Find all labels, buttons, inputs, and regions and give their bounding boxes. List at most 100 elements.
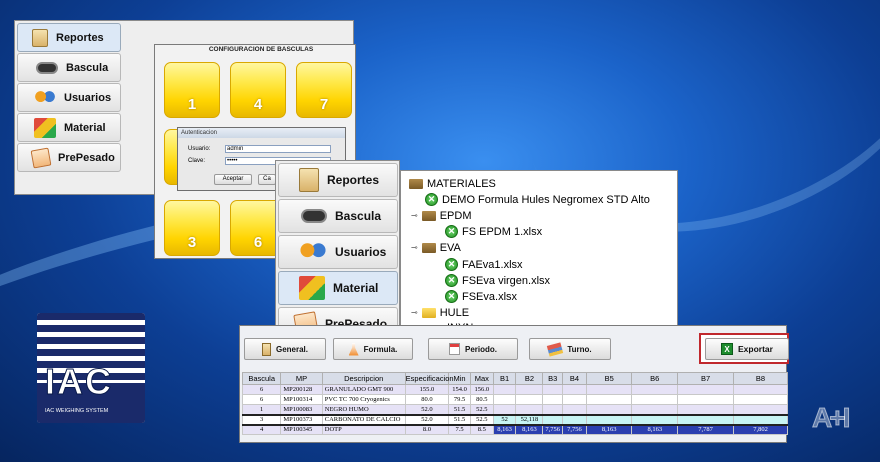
table-header-row: Bascula MP Descripcion Especificacion Min Max… (241, 372, 788, 385)
column-header[interactable]: B1 (492, 372, 517, 385)
tree-toggle-icon[interactable]: ⊸ (411, 308, 418, 317)
tree-node-label: MATERIALES (427, 177, 496, 190)
table-cell: 52,118 (515, 413, 544, 426)
exportar-button[interactable]: X Exportar (705, 338, 789, 360)
table-row[interactable]: 6 MP100314 PVC TC 700 Cryogenics 80.0 79.5 80… (241, 394, 788, 405)
table-cell: 8,163 (631, 424, 679, 435)
menu-item-usuarios[interactable]: Usuarios (17, 83, 121, 112)
menu-item-bascula[interactable]: Bascula (278, 199, 398, 233)
menu-item-label: PrePesado (58, 151, 115, 164)
desktop-background: { "menu":{"items":[{"label":"Reportes"},… (0, 0, 880, 462)
menu-item-bascula[interactable]: Bascula (17, 53, 121, 82)
scale-tile-3[interactable]: 3 (164, 200, 220, 256)
tree-toggle-icon[interactable]: ⊸ (411, 211, 418, 220)
scale-tile-1[interactable]: 1 (164, 62, 220, 118)
logo-brand: IAC (45, 361, 113, 403)
menu-item-label: Material (333, 281, 379, 295)
menu-item-material[interactable]: Material (17, 113, 121, 142)
tree-node-file[interactable]: ✕ FSEva.xlsx (445, 289, 517, 304)
material-icon (299, 276, 325, 300)
tree-node-root[interactable]: MATERIALES (409, 176, 496, 191)
table-row[interactable]: 6 MP200128 GRANULADO GMT 900 155.0 154.0 156.… (241, 384, 788, 395)
formula-button[interactable]: Formula. (333, 338, 413, 360)
column-header[interactable]: Especificacion (404, 372, 454, 385)
column-header[interactable]: B5 (585, 372, 633, 385)
user-field[interactable] (225, 145, 331, 153)
column-header[interactable]: B6 (631, 372, 679, 385)
menu-item-reportes[interactable]: Reportes (17, 23, 121, 52)
table-row[interactable]: 1 MP100083 NEGRO HUMO 52.0 51.5 52.5 (241, 404, 788, 415)
column-header[interactable]: B4 (562, 372, 587, 385)
materials-tree: MATERIALES ✕ DEMO Formula Hules Negromex … (400, 170, 678, 332)
column-header[interactable]: B3 (542, 372, 564, 385)
turno-button-label: Turno. (567, 344, 592, 354)
table-cell: 7,756 (562, 424, 587, 435)
table-cell: 6 (241, 384, 282, 395)
general-button[interactable]: General. (244, 338, 326, 360)
table-cell (515, 394, 544, 405)
watermark: A+I (811, 402, 850, 434)
turno-button[interactable]: Turno. (529, 338, 611, 360)
table-cell (677, 413, 734, 426)
excel-file-icon: ✕ (445, 225, 458, 238)
tree-node-label: FS EPDM 1.xlsx (462, 225, 543, 238)
table-cell: 8.5 (469, 424, 494, 435)
table-cell (562, 413, 587, 426)
cancel-button[interactable]: Ca (258, 174, 276, 185)
table-cell: 51.5 (448, 413, 471, 426)
table-row[interactable]: 3 MP100373 CARBONATO DE CALCIO 52.0 51.5 52.5… (241, 413, 788, 426)
menu-item-usuarios[interactable]: Usuarios (278, 235, 398, 269)
table-cell (492, 394, 517, 405)
calendar-icon (448, 343, 460, 355)
table-cell (733, 384, 788, 395)
menu-item-prepesado[interactable]: PrePesado (17, 143, 121, 172)
formula-button-label: Formula. (363, 344, 398, 354)
password-label: Clave: (188, 158, 206, 164)
tree-node-label: HULE (439, 306, 470, 319)
scale-icon (36, 61, 58, 74)
tree-node-file[interactable]: ✕ DEMO Formula Hules Negromex STD Alto (425, 192, 650, 207)
column-header[interactable]: B2 (515, 372, 544, 385)
menu-item-material[interactable]: Material (278, 271, 398, 305)
table-cell: 8,163 (515, 424, 544, 435)
tree-node-file[interactable]: ✕ FSEva virgen.xlsx (445, 273, 550, 288)
table-cell (515, 404, 544, 415)
column-header[interactable]: Descripcion (321, 372, 406, 385)
table-cell: 1 (241, 404, 282, 415)
prepesado-icon (30, 147, 52, 168)
auth-dialog-title: Autenticacion (178, 128, 345, 138)
scale-tile-7[interactable]: 7 (296, 62, 352, 118)
scale-tile-4[interactable]: 4 (230, 62, 286, 118)
table-cell (542, 394, 564, 405)
tree-toggle-icon[interactable]: ⊸ (411, 243, 418, 252)
table-cell (542, 404, 564, 415)
table-cell: MP100373 (280, 413, 323, 426)
menu-item-reportes[interactable]: Reportes (278, 163, 398, 197)
table-cell (585, 413, 633, 426)
column-header[interactable]: Bascula (241, 372, 282, 385)
table-cell: 80.5 (469, 394, 494, 405)
table-row[interactable]: 4 MP100345 DOTP 8.0 7.5 8.5 8,163 8,163 7,756 7,7… (241, 424, 788, 435)
clipboard-icon (261, 342, 271, 356)
menu-item-label: Usuarios (64, 91, 112, 104)
column-header[interactable]: B7 (677, 372, 734, 385)
column-header[interactable]: Max (469, 372, 494, 385)
table-cell (562, 384, 587, 395)
tree-node-folder[interactable]: ⊸ EPDM (411, 208, 471, 223)
tree-node-folder[interactable]: ⊸ EVA (411, 240, 461, 255)
excel-file-icon: ✕ (445, 258, 458, 271)
table-cell: 80.0 (404, 394, 450, 405)
table-cell: 79.5 (448, 394, 471, 405)
table-cell (677, 394, 734, 405)
accept-button[interactable]: Aceptar (214, 174, 252, 185)
folder-icon (409, 178, 423, 189)
table-cell (677, 404, 734, 415)
tree-node-file[interactable]: ✕ FS EPDM 1.xlsx (445, 224, 542, 239)
column-header[interactable]: B8 (733, 372, 788, 385)
table-cell (631, 384, 679, 395)
tree-node-file[interactable]: ✕ FAEva1.xlsx (445, 257, 523, 272)
column-header[interactable]: MP (280, 372, 323, 385)
periodo-button[interactable]: Periodo. (428, 338, 518, 360)
tree-node-folder[interactable]: ⊸ HULE (411, 305, 469, 320)
books-icon (547, 341, 564, 357)
